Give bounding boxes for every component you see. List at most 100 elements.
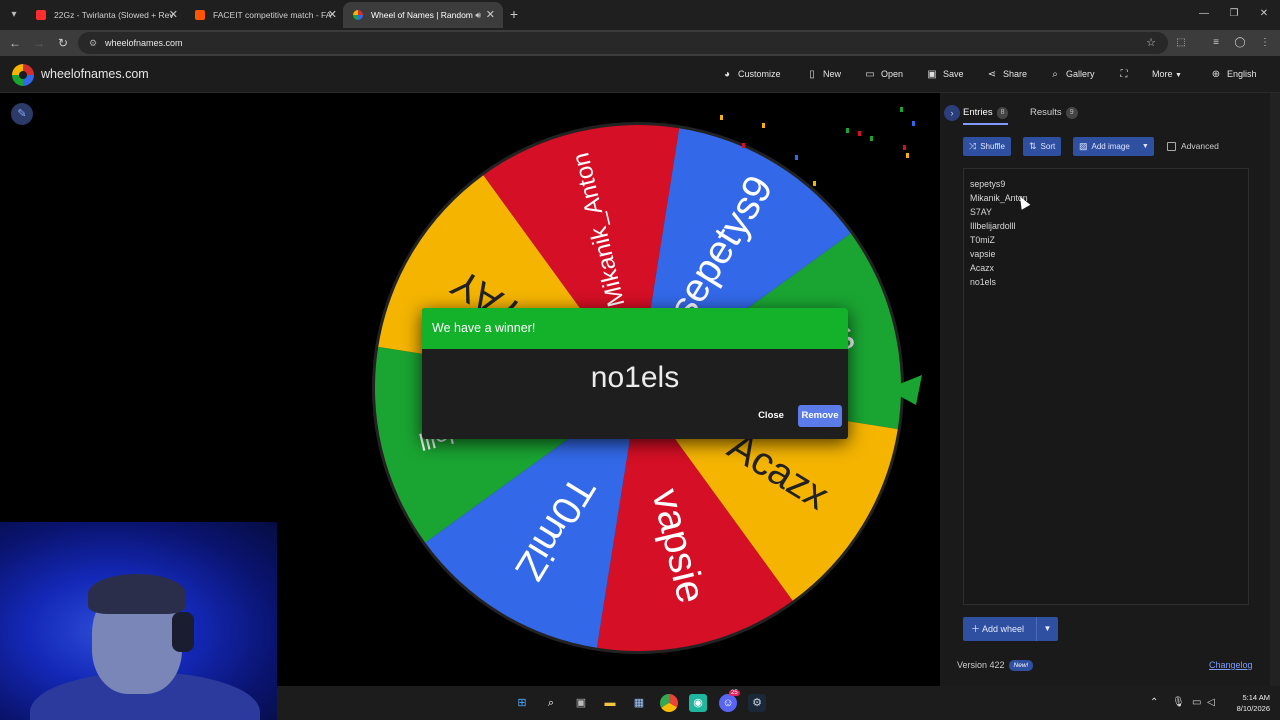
back-icon[interactable]: ← <box>5 33 25 53</box>
add-image-button[interactable]: ▨ Add image ▼ <box>1073 137 1154 156</box>
tab-results[interactable]: Results 9 <box>1030 101 1078 125</box>
share-icon: ⋖ <box>987 69 997 80</box>
palette-icon: ◕ <box>723 69 731 80</box>
browser-tab-strip: ▾ 22Gz - Twirlanta (Slowed + Rev ✕ FACEI… <box>0 0 1280 30</box>
entry-line: vapsie <box>970 249 996 259</box>
close-tab-icon[interactable]: ✕ <box>486 2 495 28</box>
tab-entries[interactable]: Entries 8 <box>963 101 1009 125</box>
entry-line: Mikanik_Anton <box>970 193 1028 203</box>
share-button[interactable]: ⋖ Share <box>986 56 1027 93</box>
tray-chevron-icon[interactable]: ⌃ <box>1150 686 1158 720</box>
webcam-headset <box>172 612 194 652</box>
confetti <box>795 155 798 160</box>
search-icon[interactable]: ⌕ <box>542 694 560 712</box>
new-button[interactable]: ▯ New <box>806 56 841 93</box>
advanced-label: Advanced <box>1181 141 1219 151</box>
entries-textarea[interactable]: sepetys9 Mikanik_Anton S7AY Illbelijardo… <box>963 168 1249 605</box>
file-explorer-icon[interactable]: ▬ <box>601 694 619 712</box>
collapse-panel-icon[interactable]: › <box>944 105 960 121</box>
extensions-icon[interactable]: ⬚ <box>1171 33 1191 53</box>
page-scrollbar[interactable] <box>1270 93 1280 686</box>
forward-icon[interactable]: → <box>29 33 49 53</box>
youtube-icon <box>36 10 46 20</box>
side-panel: › Entries 8 Results 9 ⤨ Shuffle ⇅ Sort ▨ Add … <box>940 93 1270 686</box>
profile-icon[interactable]: ◯ <box>1230 33 1250 53</box>
caret-down-icon[interactable]: ▼ <box>1142 137 1149 156</box>
plus-icon: ＋ <box>971 624 981 634</box>
confetti <box>846 128 849 133</box>
windows-start-icon[interactable]: ⊞ <box>513 694 531 712</box>
confetti <box>742 143 745 148</box>
store-icon[interactable]: ▦ <box>630 694 648 712</box>
browser-menu-icon[interactable]: ⋮ <box>1255 33 1275 53</box>
task-view-icon[interactable]: ▣ <box>572 694 590 712</box>
language-button[interactable]: ⊕ English <box>1210 56 1257 93</box>
address-bar[interactable]: ⚙ wheelofnames.com ☆ <box>78 32 1168 54</box>
version-label: Version 422 New! <box>957 658 1034 672</box>
save-button[interactable]: ▣ Save <box>926 56 963 93</box>
discord-icon[interactable]: ☺ <box>719 694 737 712</box>
confetti <box>906 153 909 158</box>
entry-line: S7AY <box>970 207 992 217</box>
speaker-icon[interactable]: 🔊︎ <box>475 2 481 28</box>
webcam-overlay <box>0 522 277 720</box>
tab-search-icon[interactable]: ▾ <box>4 5 24 25</box>
entry-line: Illbelijardolll <box>970 221 1016 231</box>
file-icon: ▯ <box>809 69 815 80</box>
close-button[interactable]: Close <box>752 405 790 427</box>
minimize-icon[interactable]: — <box>1192 4 1216 24</box>
network-icon[interactable]: ▭ <box>1192 686 1201 720</box>
reload-icon[interactable]: ↻ <box>53 33 73 53</box>
more-menu-button[interactable]: More ▼ <box>1152 56 1182 93</box>
confetti <box>903 145 906 150</box>
sort-icon: ⇅ <box>1029 141 1037 151</box>
advanced-checkbox[interactable] <box>1167 142 1176 151</box>
add-wheel-button[interactable]: ＋ Add wheel ▼ <box>963 617 1058 641</box>
remove-button[interactable]: Remove <box>798 405 842 427</box>
app-icon[interactable]: ◉ <box>689 694 707 712</box>
site-title[interactable]: wheelofnames.com <box>41 56 149 93</box>
confetti <box>720 115 723 120</box>
winner-name: no1els <box>590 361 680 394</box>
confetti <box>870 136 873 141</box>
system-clock[interactable]: 5:14 AM 8/10/2026 <box>1220 692 1270 714</box>
site-info-icon[interactable]: ⚙ <box>86 36 100 50</box>
windows-taskbar: ⊞ ⌕ ▣ ▬ ▦ ◉ ☺ 25 ⚙ ⌃ 🎙︎ ▭ ◁ 5:14 AM 8/10/… <box>277 686 1280 720</box>
browser-tab-wheel[interactable]: Wheel of Names | Random 🔊︎ ✕ <box>343 2 503 28</box>
close-tab-icon[interactable]: ✕ <box>328 2 337 28</box>
chrome-icon[interactable] <box>660 694 678 712</box>
caret-down-icon[interactable]: ▼ <box>1036 617 1058 641</box>
tab-title: 22Gz - Twirlanta (Slowed + Rev <box>54 10 174 20</box>
discord-badge: 25 <box>729 690 740 696</box>
new-tab-button[interactable]: + <box>504 4 524 24</box>
entry-line: Acazx <box>970 263 994 273</box>
bookmark-star-icon[interactable]: ☆ <box>1146 32 1156 54</box>
microphone-icon[interactable]: 🎙︎ <box>1172 686 1185 720</box>
faceit-icon <box>195 10 205 20</box>
confetti <box>762 123 765 128</box>
volume-icon[interactable]: ◁ <box>1207 686 1215 720</box>
gallery-button[interactable]: ⌕ Gallery <box>1049 56 1094 93</box>
shuffle-button[interactable]: ⤨ Shuffle <box>963 137 1011 156</box>
sort-button[interactable]: ⇅ Sort <box>1023 137 1062 156</box>
customize-button[interactable]: ◕ Customize <box>721 56 781 93</box>
confetti <box>900 107 903 112</box>
webcam-hair <box>88 574 186 614</box>
confetti <box>813 181 816 186</box>
close-tab-icon[interactable]: ✕ <box>169 2 178 28</box>
search-icon: ⌕ <box>1052 69 1058 80</box>
close-window-icon[interactable]: ✕ <box>1252 4 1276 24</box>
changelog-link[interactable]: Changelog <box>1209 658 1253 672</box>
steam-icon[interactable]: ⚙ <box>748 694 766 712</box>
entries-count-badge: 8 <box>996 107 1009 119</box>
browser-tab-youtube[interactable]: 22Gz - Twirlanta (Slowed + Rev ✕ <box>26 2 186 28</box>
open-button[interactable]: ▭ Open <box>864 56 903 93</box>
restore-icon[interactable]: ❐ <box>1222 4 1246 24</box>
media-control-icon[interactable]: ≡ <box>1206 33 1226 53</box>
browser-tab-faceit[interactable]: FACEIT competitive match - FA ✕ <box>185 2 345 28</box>
wheel-logo-icon[interactable] <box>12 64 34 86</box>
caret-down-icon: ▼ <box>1175 72 1182 79</box>
fullscreen-button[interactable]: ⛶ <box>1118 56 1135 93</box>
new-badge: New! <box>1008 660 1034 671</box>
globe-icon: ⊕ <box>1211 69 1221 80</box>
